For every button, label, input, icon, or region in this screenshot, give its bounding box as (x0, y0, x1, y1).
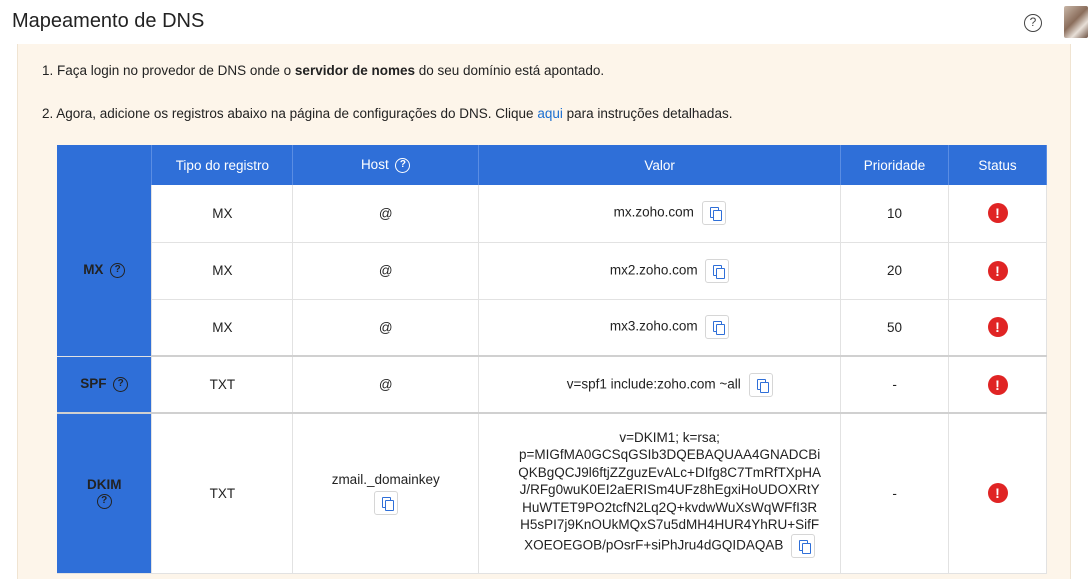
table-header-row: Tipo do registro Host ? Valor Prioridade… (57, 145, 1047, 185)
record-value-text: v=spf1 include:zoho.com ~all (566, 376, 741, 392)
record-status: ! (948, 413, 1047, 574)
table-row: MX @ mx3.zoho.com 50 ! (57, 299, 1047, 357)
record-host: @ (292, 242, 480, 300)
record-priority: 20 (840, 242, 950, 300)
error-icon[interactable]: ! (987, 260, 1008, 281)
copy-icon[interactable] (701, 201, 726, 226)
copy-icon[interactable] (705, 315, 730, 340)
spf-help-icon[interactable]: ? (113, 377, 129, 393)
record-value: mx.zoho.com (478, 185, 842, 243)
record-priority: - (840, 413, 950, 574)
dkim-line: XOEOEGOB/pOsrF+siPhJru4dGQIDAQAB (524, 537, 784, 553)
record-status: ! (948, 356, 1047, 414)
table-row: MX @ mx2.zoho.com 20 ! (57, 242, 1047, 300)
record-value-text: mx3.zoho.com (609, 318, 698, 334)
dkim-line: QKBgQCJ9l6ftjZZguzEvALc+DIfg8C7TmRfTXpHA (518, 464, 821, 480)
table-row: MX ? MX @ mx.zoho.com 10 ! (57, 185, 1047, 357)
group-spf-label: SPF (80, 376, 107, 392)
step1-prefix: 1. Faça login no provedor de DNS onde o (42, 63, 295, 78)
header-value: Valor (478, 145, 842, 185)
table-row: SPF ? TXT @ v=spf1 include:zoho.com ~all… (57, 356, 1047, 414)
dkim-help-icon[interactable]: ? (96, 494, 112, 510)
step2-prefix: 2. Agora, adicione os registros abaixo n… (42, 106, 538, 121)
group-mx-label: MX (83, 262, 104, 278)
record-type: MX (151, 185, 294, 243)
record-priority: - (840, 356, 950, 414)
instruction-step-1: 1. Faça login no provedor de DNS onde o … (42, 63, 604, 78)
record-type: TXT (151, 413, 294, 574)
record-host: @ (292, 185, 480, 243)
error-icon[interactable]: ! (987, 483, 1008, 504)
group-dkim-label: DKIM (86, 477, 122, 493)
top-bar: Mapeamento de DNS ? (0, 0, 1088, 44)
instruction-step-2: 2. Agora, adicione os registros abaixo n… (42, 106, 732, 121)
mx-help-icon[interactable]: ? (110, 263, 126, 279)
step2-suffix: para instruções detalhadas. (562, 106, 733, 121)
record-host: @ (292, 299, 480, 357)
header-type: Tipo do registro (151, 145, 294, 185)
dkim-line: p=MIGfMA0GCSqGSIb3DQEBAQUAA4GNADCBi (519, 447, 821, 463)
record-value-text: mx.zoho.com (613, 204, 694, 220)
copy-icon[interactable] (705, 258, 730, 283)
host-help-icon[interactable]: ? (395, 157, 411, 173)
header-host: Host ? (292, 145, 480, 185)
record-host-text: zmail._domainkey (331, 471, 440, 487)
dkim-line: HuWTET9PO2tcfN2Lq2Q+kvdwWuXsWqWFfI3R (522, 499, 818, 515)
record-type: MX (151, 299, 294, 357)
help-icon[interactable]: ? (1024, 14, 1042, 32)
group-dkim: DKIM? (57, 413, 153, 574)
copy-icon[interactable] (791, 533, 816, 558)
record-value-text: mx2.zoho.com (609, 262, 698, 278)
dkim-line: v=DKIM1; k=rsa; (619, 429, 720, 445)
dkim-line: H5sPI7j9KnOUkMQxS7u5dMH4HUR4YhRU+SifF (520, 517, 820, 533)
record-host: zmail._domainkey (292, 413, 480, 574)
record-status: ! (948, 299, 1047, 357)
group-spf: SPF ? (57, 356, 153, 414)
instructions-link[interactable]: aqui (537, 106, 563, 121)
record-status: ! (948, 185, 1047, 243)
copy-icon[interactable] (373, 490, 398, 515)
record-priority: 10 (840, 185, 950, 243)
record-host: @ (292, 356, 480, 414)
table-row: DKIM? TXT zmail._domainkey v=DKIM1; k=rs… (57, 413, 1047, 574)
avatar[interactable] (1064, 6, 1088, 38)
dns-records-table: Tipo do registro Host ? Valor Prioridade… (57, 145, 1047, 574)
header-status: Status (948, 145, 1047, 185)
group-mx: MX ? (57, 185, 153, 357)
error-icon[interactable]: ! (987, 203, 1008, 224)
error-icon[interactable]: ! (987, 317, 1008, 338)
record-type: MX (151, 242, 294, 300)
error-icon[interactable]: ! (987, 374, 1008, 395)
step1-suffix: do seu domínio está apontado. (414, 63, 605, 78)
record-value: v=DKIM1; k=rsa; p=MIGfMA0GCSqGSIb3DQEBAQ… (478, 413, 842, 574)
header-host-label: Host (360, 157, 389, 173)
header-priority: Prioridade (840, 145, 950, 185)
dkim-value: v=DKIM1; k=rsa; p=MIGfMA0GCSqGSIb3DQEBAQ… (499, 425, 840, 562)
page-title: Mapeamento de DNS (12, 10, 205, 32)
record-value: v=spf1 include:zoho.com ~all (478, 356, 842, 414)
step1-bold: servidor de nomes (294, 63, 415, 78)
record-value: mx3.zoho.com (478, 299, 842, 357)
dkim-line: J/RFg0wuK0EI2aERISm4UFz8hEgxiHoUDOXRtY (519, 482, 820, 498)
copy-icon[interactable] (748, 372, 773, 397)
record-priority: 50 (840, 299, 950, 357)
record-value: mx2.zoho.com (478, 242, 842, 300)
header-group (57, 145, 153, 185)
record-type: TXT (151, 356, 294, 414)
record-status: ! (948, 242, 1047, 300)
